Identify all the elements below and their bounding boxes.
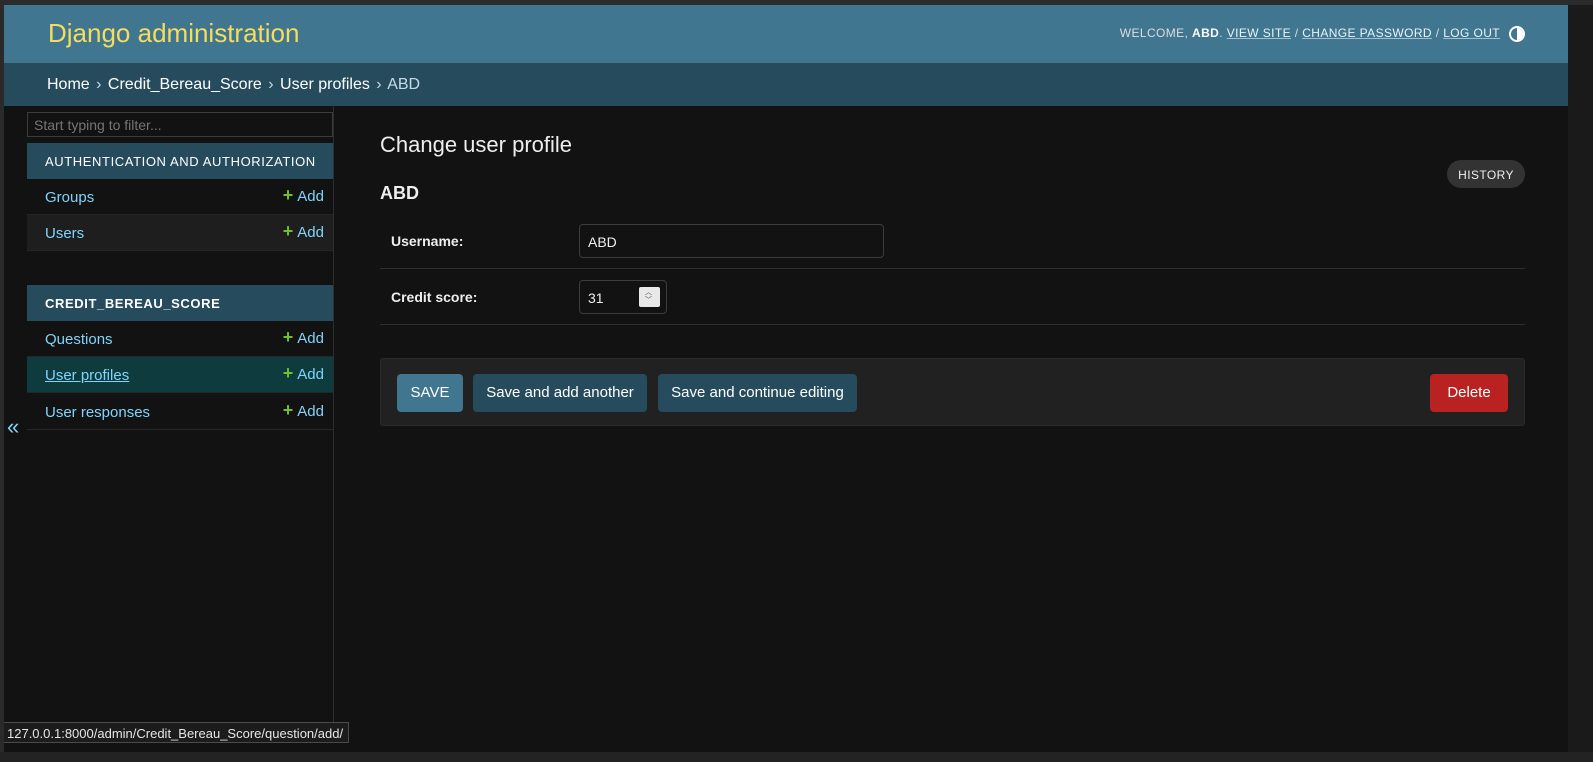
view-site-link[interactable]: VIEW SITE xyxy=(1227,26,1291,40)
sidebar-item-user-responses: User responses + Add xyxy=(27,394,333,430)
sidebar-item-user-profiles: User profiles + Add xyxy=(27,357,333,393)
add-label: Add xyxy=(297,403,324,420)
save-button[interactable]: SAVE xyxy=(397,374,463,412)
browser-status-bar: 127.0.0.1:8000/admin/Credit_Bereau_Score… xyxy=(4,722,350,743)
sidebar-item-label[interactable]: Users xyxy=(45,225,84,242)
plus-icon: + xyxy=(282,327,294,347)
window-left-border xyxy=(0,5,4,762)
sidebar-item-label[interactable]: Questions xyxy=(45,331,113,348)
sidebar-item-users: Users + Add xyxy=(27,215,333,251)
site-branding[interactable]: Django administration xyxy=(48,18,299,49)
window-bottom-border xyxy=(0,752,1593,762)
breadcrumb-separator: › xyxy=(376,76,382,93)
module-credit-caption[interactable]: CREDIT_BEREAU_SCORE xyxy=(27,285,333,321)
chevron-down-icon[interactable]: ﹀ xyxy=(645,297,652,305)
user-tools: WELCOME, ABD. VIEW SITE / CHANGE PASSWOR… xyxy=(1119,26,1500,40)
add-label: Add xyxy=(297,330,324,347)
add-user-link[interactable]: + Add xyxy=(282,221,324,241)
module-auth-caption[interactable]: Authentication and Authorization xyxy=(27,143,333,179)
theme-toggle-icon[interactable] xyxy=(1509,26,1525,42)
plus-icon: + xyxy=(282,400,294,420)
username-label: Username: xyxy=(391,233,464,249)
separator: / xyxy=(1294,26,1299,40)
username-field[interactable]: ABD xyxy=(579,224,884,258)
history-button[interactable]: HISTORY xyxy=(1447,160,1525,188)
collapse-sidebar-icon[interactable]: « xyxy=(7,414,19,440)
add-label: Add xyxy=(297,366,324,383)
plus-icon: + xyxy=(282,221,294,241)
credit-score-label: Credit score: xyxy=(391,289,478,305)
nav-filter-input[interactable] xyxy=(27,112,333,137)
log-out-link[interactable]: LOG OUT xyxy=(1443,26,1500,40)
breadcrumb-model[interactable]: User profiles xyxy=(280,76,370,93)
sidebar-item-questions: Questions + Add xyxy=(27,321,333,357)
sidebar-item-label[interactable]: Groups xyxy=(45,189,94,206)
sidebar-item-label[interactable]: User profiles xyxy=(45,367,129,384)
form-row-credit-score: Credit score: 31 ︿ ﹀ xyxy=(380,269,1525,325)
breadcrumb-home[interactable]: Home xyxy=(47,76,90,93)
site-header: Django administration WELCOME, ABD. VIEW… xyxy=(4,5,1568,63)
save-and-add-another-button[interactable]: Save and add another xyxy=(473,374,647,412)
add-label: Add xyxy=(297,188,324,205)
nav-sidebar: Authentication and Authorization Groups … xyxy=(27,106,334,742)
object-title: ABD xyxy=(380,183,419,203)
window-right-scroll-area xyxy=(1568,5,1593,762)
breadcrumb-current: ABD xyxy=(387,76,421,93)
chevron-up-icon[interactable]: ︿ xyxy=(645,289,652,297)
add-user-response-link[interactable]: + Add xyxy=(282,400,324,420)
plus-icon: + xyxy=(282,185,294,205)
add-user-profile-link[interactable]: + Add xyxy=(282,363,324,383)
add-question-link[interactable]: + Add xyxy=(282,327,324,347)
form-row-username: Username: ABD xyxy=(380,213,1525,269)
breadcrumb-separator: › xyxy=(268,76,274,93)
breadcrumb: Home › Credit_Bereau_Score › User profil… xyxy=(4,63,1568,106)
welcome-text: WELCOME, xyxy=(1119,26,1189,40)
sidebar-item-groups: Groups + Add xyxy=(27,179,333,215)
separator: / xyxy=(1435,26,1440,40)
page-title: Change user profile xyxy=(380,132,573,157)
breadcrumb-app[interactable]: Credit_Bereau_Score xyxy=(108,76,262,93)
credit-score-field[interactable]: 31 ︿ ﹀ xyxy=(579,280,667,314)
add-group-link[interactable]: + Add xyxy=(282,185,324,205)
add-label: Add xyxy=(297,224,324,241)
plus-icon: + xyxy=(282,363,294,383)
change-password-link[interactable]: CHANGE PASSWORD xyxy=(1302,26,1432,40)
sidebar-item-label[interactable]: User responses xyxy=(45,404,150,421)
submit-row: SAVE Save and add another Save and conti… xyxy=(380,358,1525,426)
number-stepper[interactable]: ︿ ﹀ xyxy=(639,287,660,307)
save-and-continue-button[interactable]: Save and continue editing xyxy=(658,374,857,412)
breadcrumb-separator: › xyxy=(96,76,102,93)
delete-button[interactable]: Delete xyxy=(1430,374,1508,412)
credit-score-value: 31 xyxy=(588,290,604,306)
current-username: ABD xyxy=(1192,26,1220,40)
